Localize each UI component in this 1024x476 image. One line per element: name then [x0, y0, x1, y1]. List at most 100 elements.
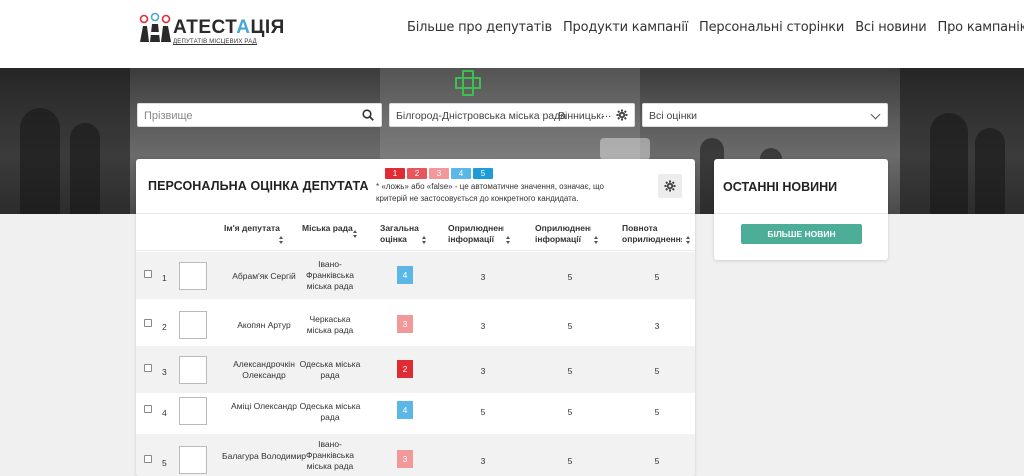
score-info-2: 5: [567, 321, 573, 331]
deputy-photo: [179, 356, 207, 384]
row-checkbox[interactable]: [144, 405, 152, 413]
overall-score-badge: 4: [397, 266, 413, 284]
legend-3: 3: [429, 168, 449, 179]
col-header-overall[interactable]: Загальна оцінка: [380, 223, 419, 245]
score-info-1: 5: [480, 407, 486, 417]
deputy-council: Одеська міська рада: [299, 359, 361, 380]
row-checkbox[interactable]: [144, 364, 152, 372]
score-completeness: 5: [654, 366, 660, 376]
score-completeness: 3: [654, 321, 660, 331]
col-header-completeness[interactable]: Повнота оприлюднення: [622, 223, 682, 245]
table-row[interactable]: 5 Балагура Володимир Івано-Франківська м…: [136, 434, 695, 476]
deputy-name[interactable]: Балагура Володимир: [220, 451, 308, 462]
table-row[interactable]: 3 Александрочкін Олександр Одеська міськ…: [136, 346, 695, 393]
nav-personal-pages[interactable]: Персональні сторінки: [699, 20, 844, 35]
overall-score-badge: 3: [397, 315, 413, 333]
legend-5: 5: [473, 168, 493, 179]
gear-icon: [664, 180, 676, 192]
deputy-photo: [179, 397, 207, 425]
score-info-2: 5: [567, 272, 573, 282]
logo-figures-icon: [139, 12, 171, 42]
top-bar: АТЕСТАЦІЯ ДЕПУТАТІВ МІСЦЕВИХ РАД Більше …: [0, 0, 1024, 68]
row-number: 2: [162, 322, 167, 332]
divider: [714, 213, 888, 214]
personal-rating-card: ПЕРСОНАЛЬНА ОЦІНКА ДЕПУТАТА 1 2 3 4 5 * …: [136, 159, 695, 476]
col-header-info-1[interactable]: Оприлюднення інформації про: [448, 223, 504, 245]
legend-note: * «ложь» або «false» - це автоматичне зн…: [376, 182, 604, 203]
deputy-name[interactable]: Абрам'як Сергій: [220, 271, 308, 282]
deputy-photo: [179, 446, 207, 474]
logo-title: АТЕСТАЦІЯ: [173, 17, 285, 38]
deputy-council: Івано-Франківська міська рада: [306, 439, 354, 471]
sort-icon[interactable]: [506, 236, 511, 245]
news-title: ОСТАННІ НОВИНИ: [723, 180, 838, 194]
overall-score-badge: 2: [397, 360, 413, 378]
deputy-photo: [179, 311, 207, 339]
score-info-1: 3: [480, 272, 486, 282]
logo[interactable]: АТЕСТАЦІЯ ДЕПУТАТІВ МІСЦЕВИХ РАД: [139, 12, 284, 46]
ratings-select[interactable]: Всі оцінки: [642, 103, 888, 127]
sort-icon[interactable]: [279, 236, 284, 245]
surname-search: [137, 103, 382, 127]
deputy-name[interactable]: Александрочкін Олександр: [220, 359, 308, 381]
row-checkbox[interactable]: [144, 270, 152, 278]
council-selected-1: Білгород-Дністровська міська рада: [396, 110, 567, 122]
latest-news-card: ОСТАННІ НОВИНИ БІЛЬШЕ НОВИН: [714, 159, 888, 260]
ratings-selected: Всі оцінки: [649, 110, 697, 122]
pharmacy-cross-icon: [455, 70, 481, 96]
gear-icon[interactable]: [616, 109, 628, 121]
row-number: 1: [162, 273, 167, 283]
deputy-council: Одеська міська рада: [299, 401, 361, 422]
col-header-info-2[interactable]: Оприлюднення інформації про: [535, 223, 591, 245]
deputy-council: Черкаська міська рада: [306, 314, 354, 335]
table-row[interactable]: 1 Абрам'як Сергій Івано-Франківська місь…: [136, 252, 695, 299]
overall-score-badge: 3: [397, 450, 413, 468]
sort-icon[interactable]: [594, 236, 599, 245]
table-settings-button[interactable]: [658, 174, 682, 198]
sort-icon[interactable]: [422, 236, 427, 245]
council-more: ...: [602, 108, 612, 120]
score-completeness: 5: [654, 407, 660, 417]
table-row[interactable]: 2 Акопян Артур Черкаська міська рада 3 3…: [136, 301, 695, 348]
nav-all-news[interactable]: Всі новини: [855, 20, 927, 35]
main-nav: Більше про депутатів Продукти кампанії П…: [407, 20, 1024, 35]
council-select[interactable]: Білгород-Дністровська міська рада Вінниц…: [389, 103, 635, 127]
legend-4: 4: [451, 168, 471, 179]
chevron-down-icon: [870, 109, 881, 120]
score-completeness: 5: [654, 272, 660, 282]
deputy-name[interactable]: Акопян Артур: [220, 320, 308, 331]
overall-score-badge: 4: [397, 401, 413, 419]
row-number: 5: [162, 458, 167, 468]
more-news-button[interactable]: БІЛЬШЕ НОВИН: [741, 224, 862, 244]
council-selected-2: Вінницька міська рада: [558, 110, 603, 122]
nav-campaign-products[interactable]: Продукти кампанії: [563, 20, 688, 35]
sort-icon[interactable]: [686, 236, 691, 245]
card-title: ПЕРСОНАЛЬНА ОЦІНКА ДЕПУТАТА: [148, 179, 369, 193]
search-icon[interactable]: [362, 109, 374, 121]
col-header-council[interactable]: Міська рада: [302, 223, 357, 234]
score-info-2: 5: [567, 366, 573, 376]
table-row[interactable]: 4 Аміці Олександр Одеська міська рада 4 …: [136, 393, 695, 440]
table-header: Ім'я депутата Міська рада Загальна оцінк…: [136, 213, 695, 251]
legend-1: 1: [385, 168, 405, 179]
col-header-name[interactable]: Ім'я депутата: [224, 223, 284, 234]
nav-more-about-deputies[interactable]: Більше про депутатів: [407, 20, 552, 35]
legend-2: 2: [407, 168, 427, 179]
sort-icon[interactable]: [353, 230, 358, 239]
deputy-name[interactable]: Аміці Олександр: [220, 401, 308, 412]
row-number: 4: [162, 408, 167, 418]
logo-subtitle: ДЕПУТАТІВ МІСЦЕВИХ РАД: [173, 39, 257, 45]
row-number: 3: [162, 367, 167, 377]
surname-input[interactable]: [144, 107, 354, 124]
deputy-council: Івано-Франківська міська рада: [306, 259, 354, 291]
row-checkbox[interactable]: [144, 319, 152, 327]
score-info-1: 3: [480, 366, 486, 376]
nav-about-campaign[interactable]: Про кампанію: [938, 20, 1024, 35]
score-completeness: 5: [654, 456, 660, 466]
score-info-2: 5: [567, 456, 573, 466]
score-info-1: 3: [480, 321, 486, 331]
rating-legend: 1 2 3 4 5: [385, 168, 493, 179]
score-info-2: 5: [567, 407, 573, 417]
score-info-1: 3: [480, 456, 486, 466]
row-checkbox[interactable]: [144, 455, 152, 463]
